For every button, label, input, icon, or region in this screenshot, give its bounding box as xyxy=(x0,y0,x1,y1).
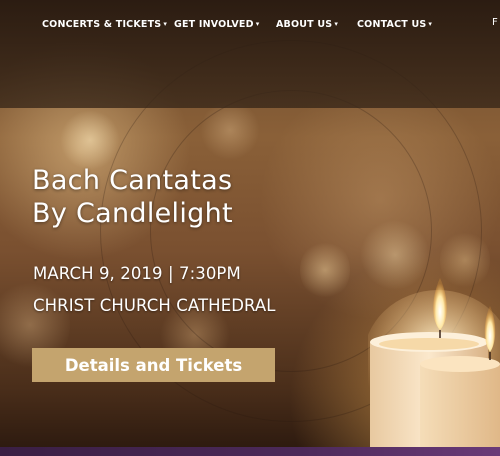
nav-item-label: CONTACT US xyxy=(357,19,427,30)
candles-image xyxy=(368,278,500,456)
nav-item-truncated[interactable]: F xyxy=(492,17,498,28)
nav-item-contact-us[interactable]: CONTACT US ▾ xyxy=(357,19,432,30)
nav-item-label: ABOUT US xyxy=(276,19,333,30)
nav-item-get-involved[interactable]: GET INVOLVED ▾ xyxy=(174,19,259,30)
event-title-line2: By Candlelight xyxy=(32,198,233,229)
chevron-down-icon: ▾ xyxy=(255,20,260,28)
details-and-tickets-button[interactable]: Details and Tickets xyxy=(32,348,275,382)
event-title-line1: Bach Cantatas xyxy=(32,165,233,196)
main-nav: CONCERTS & TICKETS ▾ GET INVOLVED ▾ ABOUT … xyxy=(0,19,500,35)
nav-item-about-us[interactable]: ABOUT US ▾ xyxy=(276,19,338,30)
event-date-time: MARCH 9, 2019 | 7:30PM xyxy=(33,264,241,283)
event-title: Bach Cantatas By Candlelight xyxy=(32,164,233,230)
nav-item-label: CONCERTS & TICKETS xyxy=(42,19,162,30)
nav-item-concerts-tickets[interactable]: CONCERTS & TICKETS ▾ xyxy=(42,19,167,30)
chevron-down-icon: ▾ xyxy=(334,20,339,28)
bokeh-light xyxy=(60,110,120,170)
header-nav-band xyxy=(0,0,500,108)
event-venue: CHRIST CHURCH CATHEDRAL xyxy=(33,296,276,315)
nav-item-label: GET INVOLVED xyxy=(174,19,254,30)
footer-strip xyxy=(0,447,500,456)
chevron-down-icon: ▾ xyxy=(428,20,433,28)
chevron-down-icon: ▾ xyxy=(163,20,168,28)
